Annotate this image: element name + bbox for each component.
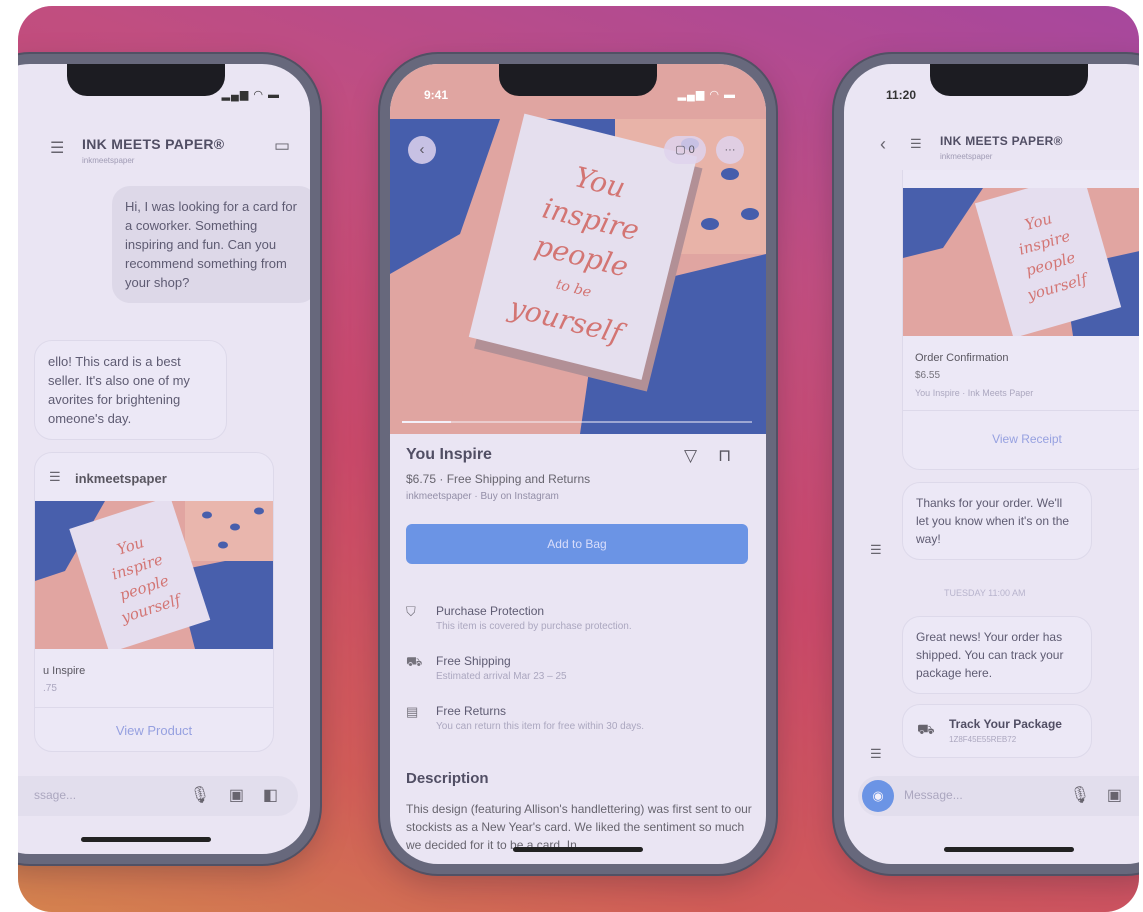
chat-header: ‹ ☰ INK MEETS PAPER® inkmeetspaper	[844, 130, 1139, 170]
gallery-icon[interactable]: ▣	[1107, 785, 1122, 805]
shop-handle: inkmeetspaper	[82, 156, 135, 165]
share-icon[interactable]: ▽	[684, 446, 697, 466]
truck-icon: ⛟	[917, 721, 935, 737]
shop-name: INK MEETS PAPER®	[940, 134, 1063, 148]
chat-header: ☰ INK MEETS PAPER® inkmeetspaper ▭	[18, 132, 310, 172]
feature-desc: Estimated arrival Mar 23 – 25	[436, 671, 567, 682]
status-time: 9:41	[424, 88, 449, 102]
back-button[interactable]: ‹	[408, 136, 436, 164]
video-call-icon[interactable]: ▭	[274, 136, 290, 156]
order-confirmation-card[interactable]: You inspire people yourself Order Confir…	[902, 170, 1139, 470]
feature-desc: This item is covered by purchase protect…	[436, 621, 632, 632]
shop-name: INK MEETS PAPER®	[82, 136, 225, 152]
right-phone-screen: 11:20 ‹ ☰ INK MEETS PAPER® inkmeetspaper…	[844, 64, 1139, 864]
message-composer[interactable]: ◉ Message... 🎙 ▣	[858, 776, 1139, 816]
track-title: Track Your Package	[949, 717, 1062, 731]
status-icons: ▂▄▆ ◠ ▬	[221, 89, 280, 101]
card-art: You inspire people yourself	[35, 501, 273, 649]
microphone-icon[interactable]: 🎙	[190, 785, 210, 805]
price-line: $6.75 · Free Shipping and Returns	[406, 472, 591, 486]
status-time: 11:20	[886, 88, 917, 102]
notch	[499, 64, 657, 96]
right-phone: 11:20 ‹ ☰ INK MEETS PAPER® inkmeetspaper…	[834, 54, 1139, 874]
add-to-bag-button[interactable]: Add to Bag	[406, 524, 748, 564]
home-indicator	[513, 847, 643, 852]
shop-avatar-icon: ☰	[870, 542, 882, 557]
left-phone: ▂▄▆ ◠ ▬ ☰ INK MEETS PAPER® inkmeetspaper…	[18, 54, 320, 864]
message-timestamp: TUESDAY 11:00 AM	[944, 588, 1026, 598]
order-sub: You Inspire · Ink Meets Paper	[915, 388, 1034, 398]
thanks-message: Thanks for your order. We'll let you kno…	[902, 482, 1092, 560]
product-image: You inspire people yourself	[35, 501, 273, 649]
calendar-icon: ▤	[406, 704, 419, 719]
image-progress-bar	[402, 421, 752, 423]
more-options-button[interactable]: ···	[716, 136, 744, 164]
feature-title: Purchase Protection	[436, 604, 545, 618]
shop-handle: inkmeetspaper	[940, 152, 993, 161]
home-indicator	[944, 847, 1074, 852]
add-to-bag-label: Add to Bag	[547, 537, 607, 551]
compose-placeholder: ssage...	[34, 788, 77, 802]
view-receipt-button[interactable]: View Receipt	[903, 432, 1139, 446]
home-indicator	[81, 837, 211, 842]
center-phone: You inspire people to be yourself 9:41 ▂…	[380, 54, 776, 874]
feature-title: Free Shipping	[436, 654, 511, 668]
shop-icon: ☰	[910, 136, 922, 151]
shop-icon: ☰	[49, 469, 61, 484]
order-title: Order Confirmation	[915, 352, 1009, 364]
center-phone-screen: You inspire people to be yourself 9:41 ▂…	[390, 64, 766, 864]
image-progress-fill	[402, 421, 451, 423]
order-price: $6.55	[915, 370, 941, 381]
microphone-icon[interactable]: 🎙	[1070, 785, 1090, 805]
truck-icon: ⛟	[406, 654, 423, 669]
feature-desc: You can return this item for free within…	[436, 721, 645, 732]
status-icons: ▂▄▆ ◠ ▬	[677, 89, 736, 101]
gallery-icon[interactable]: ▣	[229, 785, 244, 805]
menu-icon[interactable]: ☰	[50, 138, 64, 158]
product-price: .75	[43, 683, 57, 694]
bookmark-icon[interactable]: ⊓	[718, 446, 731, 466]
notch	[930, 64, 1088, 96]
back-chevron-icon[interactable]: ‹	[880, 134, 886, 155]
sticker-icon[interactable]: ◧	[263, 785, 278, 805]
description-heading: Description	[406, 770, 489, 787]
notch	[67, 64, 225, 96]
product-name: u Inspire	[43, 665, 86, 677]
shop-message: ello! This card is a best seller. It's a…	[34, 340, 227, 440]
order-art: You inspire people yourself	[903, 188, 1139, 336]
promo-stage: ▂▄▆ ◠ ▬ ☰ INK MEETS PAPER® inkmeetspaper…	[18, 6, 1139, 912]
order-image: You inspire people yourself	[903, 188, 1139, 336]
card-divider	[903, 410, 1139, 411]
feature-title: Free Returns	[436, 704, 507, 718]
view-product-button[interactable]: View Product	[35, 723, 273, 738]
seller-line[interactable]: inkmeetspaper · Buy on Instagram	[406, 491, 559, 502]
shield-icon: ⛉	[406, 604, 416, 619]
camera-button[interactable]: ◉	[862, 780, 894, 812]
product-share-card[interactable]: ☰ inkmeetspaper You inspire people yours…	[34, 452, 274, 752]
track-package-card[interactable]: ⛟ Track Your Package 1Z8F45E55REB72	[902, 704, 1092, 758]
message-composer[interactable]: ssage... 🎙 ▣ ◧	[18, 776, 298, 816]
product-title: You Inspire	[406, 446, 492, 463]
description-text: This design (featuring Allison's handlet…	[406, 802, 752, 852]
shop-avatar-icon: ☰	[870, 746, 882, 761]
track-sub: 1Z8F45E55REB72	[949, 735, 1017, 744]
hero-art: You inspire people to be yourself	[390, 64, 766, 434]
shipped-message: Great news! Your order has shipped. You …	[902, 616, 1092, 694]
compose-placeholder: Message...	[904, 788, 963, 802]
card-divider	[35, 707, 273, 708]
customer-message: Hi, I was looking for a card for a cowor…	[112, 186, 310, 303]
card-handle: inkmeetspaper	[75, 471, 167, 486]
left-phone-screen: ▂▄▆ ◠ ▬ ☰ INK MEETS PAPER® inkmeetspaper…	[18, 64, 310, 854]
product-hero-image: You inspire people to be yourself	[390, 64, 766, 434]
cart-button[interactable]: ▢ 0	[664, 136, 706, 164]
